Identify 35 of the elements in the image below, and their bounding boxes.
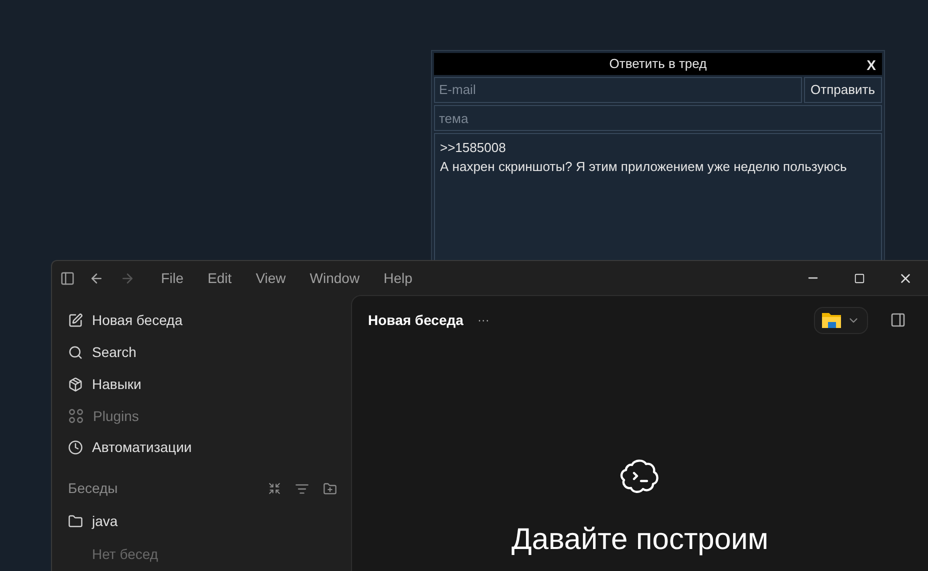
clock-icon bbox=[68, 440, 83, 456]
subject-field[interactable]: тема bbox=[434, 105, 882, 131]
send-button[interactable]: Отправить bbox=[804, 77, 882, 103]
more-button[interactable]: ··· bbox=[477, 311, 490, 329]
section-title: Беседы bbox=[68, 479, 118, 498]
cube-icon bbox=[68, 376, 83, 392]
sidebar-item[interactable]: Search bbox=[68, 336, 337, 368]
menu-item[interactable]: View bbox=[244, 268, 298, 288]
dialog-title: Ответить в тред bbox=[609, 55, 707, 74]
sidebar-item[interactable]: Новая беседа bbox=[68, 305, 337, 337]
collapse-icon[interactable] bbox=[268, 482, 281, 496]
circles-icon bbox=[68, 408, 84, 424]
search-icon bbox=[68, 345, 83, 360]
sidebar-item[interactable]: Автоматизации bbox=[68, 432, 337, 464]
new-folder-icon[interactable] bbox=[323, 482, 337, 496]
side-panel-icon[interactable] bbox=[890, 312, 906, 328]
welcome-heading: Давайте построим bbox=[512, 522, 768, 558]
empty-folder-text: Нет бесед bbox=[91, 544, 160, 564]
menu-item[interactable]: Edit bbox=[196, 268, 244, 288]
filter-icon[interactable] bbox=[295, 482, 309, 496]
menu-item[interactable]: File bbox=[149, 268, 196, 288]
maximize-icon bbox=[854, 272, 864, 284]
folder-icon bbox=[68, 514, 83, 530]
conversation-title: Новая беседа bbox=[368, 310, 464, 330]
menu-item[interactable]: Window bbox=[298, 268, 372, 288]
menu-item[interactable]: Help bbox=[372, 268, 424, 288]
folder-icon bbox=[822, 312, 841, 328]
back-icon[interactable] bbox=[89, 270, 104, 286]
email-field[interactable]: E-mail bbox=[434, 77, 802, 103]
sidebar-toggle-icon[interactable] bbox=[60, 270, 75, 286]
folder-dropdown[interactable] bbox=[814, 306, 868, 334]
folder-item[interactable]: java bbox=[68, 504, 337, 539]
close-button[interactable]: X bbox=[866, 55, 876, 76]
edit-icon bbox=[68, 313, 83, 328]
sidebar-item[interactable]: Навыки bbox=[68, 368, 337, 400]
